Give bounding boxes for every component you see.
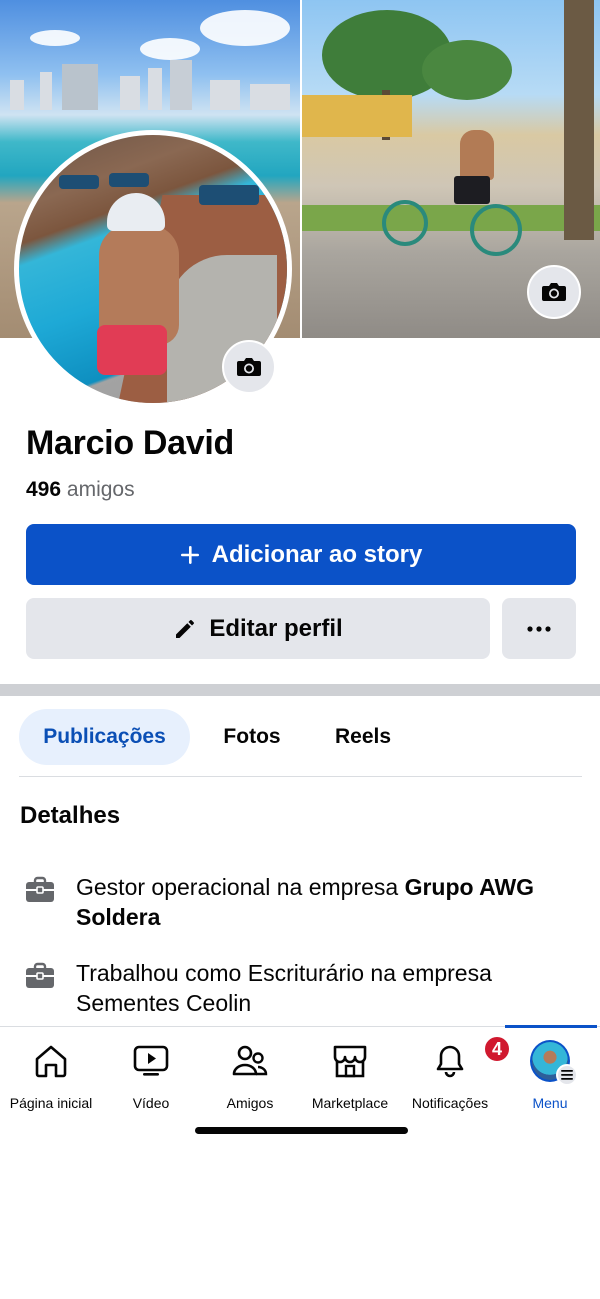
video-icon	[133, 1045, 169, 1076]
friends-number: 496	[26, 478, 62, 501]
profile-name: Marcio David	[26, 424, 235, 462]
briefcase-icon	[26, 876, 54, 902]
bottom-navigation: Página inicial Vídeo Amigos Marketplace …	[0, 1025, 600, 1116]
more-horizontal-icon	[527, 625, 551, 632]
camera-icon	[237, 358, 261, 376]
nav-label: Vídeo	[132, 1095, 170, 1111]
nav-label: Menu	[532, 1095, 568, 1111]
pencil-icon	[176, 619, 195, 638]
tab-publications[interactable]: Publicações	[19, 709, 190, 765]
tabs-divider	[19, 776, 582, 777]
friends-count[interactable]: 496 amigos	[26, 478, 135, 502]
briefcase-icon	[26, 962, 54, 988]
tab-photos[interactable]: Fotos	[206, 709, 298, 765]
tab-reels[interactable]: Reels	[318, 709, 408, 765]
hamburger-icon	[556, 1064, 578, 1086]
detail-text: Trabalhou como Escriturário na empresa S…	[76, 958, 564, 1018]
nav-item-notifications[interactable]: 4 Notificações	[400, 1035, 511, 1111]
cover-camera-button[interactable]	[527, 265, 581, 319]
nav-label: Página inicial	[9, 1095, 93, 1111]
edit-profile-label: Editar perfil	[209, 614, 343, 642]
more-options-button[interactable]	[502, 598, 576, 659]
friends-label: amigos	[66, 478, 135, 501]
detail-work-text: Gestor operacional na empresa	[76, 874, 405, 900]
nav-label: Amigos	[226, 1095, 274, 1111]
details-title: Detalhes	[20, 802, 121, 829]
section-divider	[0, 684, 600, 696]
home-icon	[35, 1045, 67, 1078]
nav-item-marketplace[interactable]: Marketplace	[300, 1041, 400, 1111]
nav-label: Marketplace	[311, 1095, 389, 1111]
nav-item-home[interactable]: Página inicial	[1, 1041, 101, 1111]
detail-text: Gestor operacional na empresa Grupo AWG …	[76, 872, 564, 932]
plus-icon	[180, 545, 199, 564]
nav-item-menu[interactable]: Menu	[500, 1040, 600, 1111]
detail-work-text: Trabalhou como Escriturário na empresa S…	[76, 960, 492, 1016]
menu-avatar-icon	[530, 1040, 578, 1086]
marketplace-icon	[333, 1045, 367, 1078]
friends-icon	[232, 1045, 268, 1076]
add-to-story-button[interactable]: Adicionar ao story	[26, 524, 576, 585]
camera-icon	[542, 283, 566, 301]
nav-label: Notificações	[411, 1095, 489, 1111]
edit-profile-button[interactable]: Editar perfil	[26, 598, 490, 659]
bell-icon	[436, 1045, 464, 1078]
nav-item-video[interactable]: Vídeo	[101, 1041, 201, 1111]
home-indicator	[195, 1127, 408, 1134]
active-tab-indicator	[505, 1025, 597, 1028]
profile-camera-button[interactable]	[222, 340, 276, 394]
detail-item-work-current: Gestor operacional na empresa Grupo AWG …	[24, 872, 564, 932]
nav-item-friends[interactable]: Amigos	[200, 1041, 300, 1111]
add-to-story-label: Adicionar ao story	[211, 540, 423, 568]
detail-item-work-previous: Trabalhou como Escriturário na empresa S…	[24, 958, 564, 1018]
